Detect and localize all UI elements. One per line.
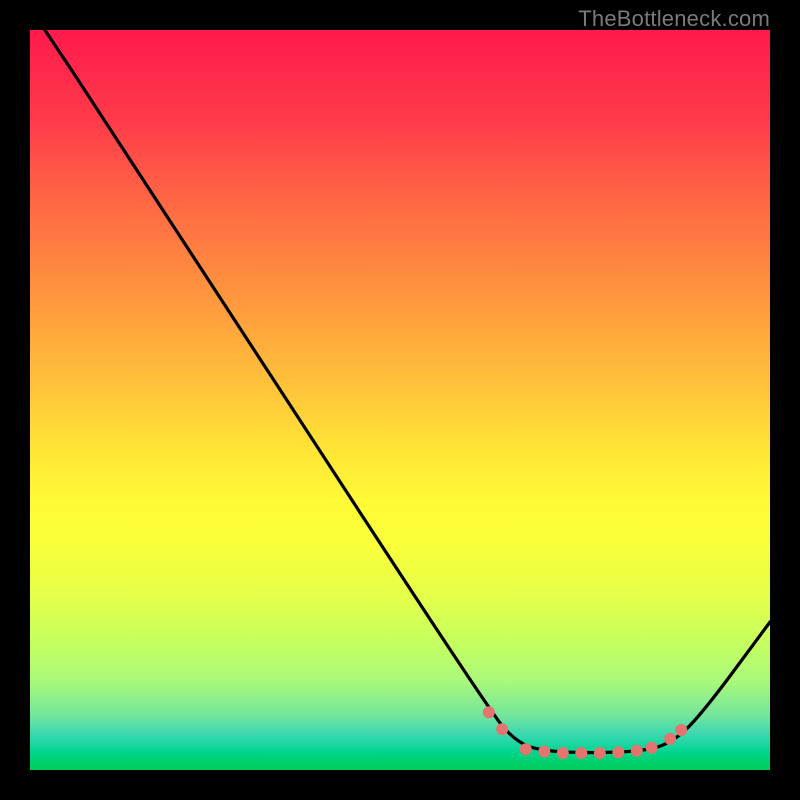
data-point-marker bbox=[496, 723, 508, 735]
data-point-marker bbox=[664, 733, 676, 745]
watermark-text: TheBottleneck.com bbox=[578, 6, 770, 32]
bottleneck-curve bbox=[45, 30, 770, 753]
data-point-marker bbox=[575, 747, 587, 759]
data-point-marker bbox=[675, 724, 687, 736]
data-point-marker bbox=[538, 746, 550, 758]
data-point-marker bbox=[631, 745, 643, 757]
data-point-marker bbox=[557, 747, 569, 759]
data-point-marker bbox=[594, 747, 606, 759]
data-point-marker bbox=[520, 743, 532, 755]
data-point-marker bbox=[646, 742, 658, 754]
chart-container: TheBottleneck.com bbox=[0, 0, 800, 800]
data-point-marker bbox=[483, 706, 495, 718]
curve-layer bbox=[45, 30, 770, 753]
markers-layer bbox=[483, 706, 687, 759]
chart-svg bbox=[30, 30, 770, 770]
data-point-marker bbox=[612, 746, 624, 758]
plot-area bbox=[30, 30, 770, 770]
